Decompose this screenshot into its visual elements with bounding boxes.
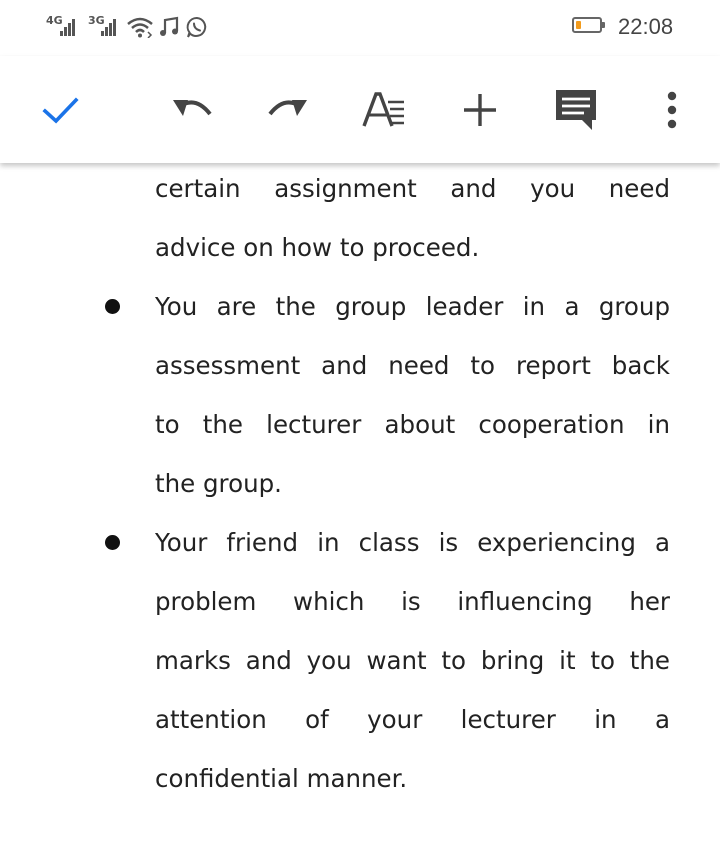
whatsapp-icon [186, 17, 207, 38]
text-line: assessment and need to report back [155, 351, 670, 380]
bullet-point [105, 535, 120, 550]
text-line: attention of your lecturer in a [155, 705, 670, 734]
wifi-icon [127, 17, 153, 38]
text-line: Your friend in class is experiencing a [155, 528, 670, 557]
bullet-point [105, 299, 120, 314]
text-line: problem which is influencing her [155, 587, 670, 616]
editor-toolbar [0, 56, 720, 163]
clock: 22:08 [618, 14, 674, 39]
signal-icon [101, 16, 121, 36]
more-vert-icon [667, 91, 677, 129]
add-icon [464, 94, 496, 126]
comment-icon [556, 90, 596, 130]
text-line: certain assignment and you need [155, 174, 670, 203]
document-body[interactable]: certain assignment and you need advice o… [0, 163, 720, 863]
insert-button[interactable] [456, 86, 504, 134]
undo-button[interactable] [168, 86, 216, 134]
text-line: to the lecturer about cooperation in [155, 410, 670, 439]
status-bar: 4G 3G 22:08 [0, 0, 720, 56]
music-note-icon [160, 16, 179, 36]
text-line: You are the group leader in a group [155, 292, 670, 321]
redo-button[interactable] [264, 86, 312, 134]
check-icon [42, 97, 79, 124]
text-line: marks and you want to bring it to the [155, 646, 670, 675]
text-line: the group. [155, 469, 282, 498]
text-format-icon [362, 92, 404, 127]
more-options-button[interactable] [648, 86, 696, 134]
text-line: confidential manner. [155, 764, 408, 793]
undo-icon [173, 100, 212, 116]
text-line: advice on how to proceed. [155, 233, 480, 262]
done-button[interactable] [36, 86, 84, 134]
signal-icon [60, 16, 80, 36]
battery-icon [572, 17, 605, 33]
comment-button[interactable] [552, 86, 600, 134]
redo-icon [268, 100, 307, 116]
text-format-button[interactable] [360, 86, 408, 134]
